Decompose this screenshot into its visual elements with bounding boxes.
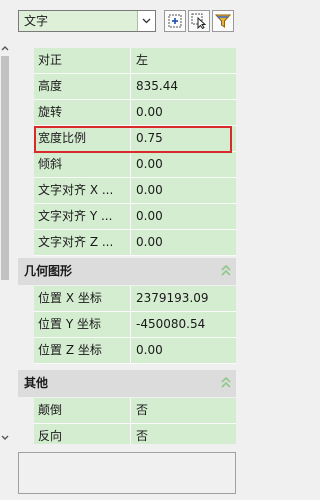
- property-value[interactable]: 否: [131, 398, 236, 424]
- property-value[interactable]: 0.00: [131, 178, 236, 204]
- property-row-text-align-x[interactable]: 文字对齐 X ... 0.00: [18, 178, 236, 204]
- dropdown-arrow-button[interactable]: [137, 11, 155, 31]
- property-label: 对正: [34, 48, 130, 74]
- description-pane: [18, 452, 236, 494]
- property-label: 反向: [34, 424, 130, 444]
- property-value[interactable]: 0.00: [131, 204, 236, 230]
- property-value[interactable]: -450080.54: [131, 312, 236, 338]
- section-header-geometry[interactable]: 几何图形: [18, 258, 236, 285]
- property-value[interactable]: 835.44: [131, 74, 236, 100]
- property-label: 位置 Z 坐标: [34, 338, 130, 364]
- scroll-up-arrow-icon: [1, 46, 9, 51]
- scroll-down-arrow-icon: [1, 435, 9, 440]
- property-value[interactable]: 0.00: [131, 100, 236, 126]
- chevron-down-icon: [142, 18, 151, 24]
- property-row-text-align-y[interactable]: 文字对齐 Y ... 0.00: [18, 204, 236, 230]
- property-row-backward[interactable]: 反向 否: [18, 424, 236, 444]
- scroll-up-button[interactable]: [0, 42, 10, 54]
- quick-select-filter-icon: [215, 14, 231, 28]
- scroll-down-button[interactable]: [0, 432, 10, 444]
- property-value[interactable]: 2379193.09: [131, 286, 236, 312]
- property-row-position-z[interactable]: 位置 Z 坐标 0.00: [18, 338, 236, 364]
- toggle-pickadd-button[interactable]: [164, 10, 186, 32]
- object-type-value: 文字: [24, 14, 49, 28]
- section-title: 其他: [24, 376, 49, 390]
- pickadd-toggle-icon: [168, 14, 182, 28]
- property-label: 颠倒: [34, 398, 130, 424]
- property-value[interactable]: 0.00: [131, 230, 236, 256]
- properties-toolbar: 文字: [0, 0, 244, 40]
- section-title: 几何图形: [24, 264, 73, 278]
- property-row-text-align-z[interactable]: 文字对齐 Z ... 0.00: [18, 230, 236, 256]
- property-row-height[interactable]: 高度 835.44: [18, 74, 236, 100]
- property-label: 旋转: [34, 100, 130, 126]
- property-value[interactable]: 0.00: [131, 152, 236, 178]
- property-value[interactable]: 否: [131, 424, 236, 444]
- property-label: 倾斜: [34, 152, 130, 178]
- select-objects-button[interactable]: [188, 10, 210, 32]
- object-type-dropdown[interactable]: 文字: [18, 10, 156, 32]
- highlight-box: [34, 126, 232, 153]
- property-row-position-y[interactable]: 位置 Y 坐标 -450080.54: [18, 312, 236, 338]
- property-label: 文字对齐 Y ...: [34, 204, 130, 230]
- property-value[interactable]: 左: [131, 48, 236, 74]
- property-label: 文字对齐 Z ...: [34, 230, 130, 256]
- property-row-oblique[interactable]: 倾斜 0.00: [18, 152, 236, 178]
- property-label: 高度: [34, 74, 130, 100]
- property-label: 文字对齐 X ...: [34, 178, 130, 204]
- scroll-thumb[interactable]: [1, 56, 9, 280]
- property-value[interactable]: 0.00: [131, 338, 236, 364]
- vertical-scrollbar[interactable]: [0, 42, 10, 444]
- property-label: 位置 Y 坐标: [34, 312, 130, 338]
- property-label: 位置 X 坐标: [34, 286, 130, 312]
- property-row-upside-down[interactable]: 颠倒 否: [18, 398, 236, 424]
- quick-select-button[interactable]: [212, 10, 234, 32]
- property-row-position-x[interactable]: 位置 X 坐标 2379193.09: [18, 286, 236, 312]
- collapse-chevrons-icon[interactable]: [221, 265, 231, 277]
- select-objects-icon: [191, 13, 207, 29]
- property-row-justify[interactable]: 对正 左: [18, 48, 236, 74]
- section-header-misc[interactable]: 其他: [18, 370, 236, 397]
- property-row-rotation[interactable]: 旋转 0.00: [18, 100, 236, 126]
- property-grid: 对正 左 高度 835.44 旋转 0.00 宽度比例 0.75 倾斜 0.00…: [18, 42, 236, 444]
- collapse-chevrons-icon[interactable]: [221, 377, 231, 389]
